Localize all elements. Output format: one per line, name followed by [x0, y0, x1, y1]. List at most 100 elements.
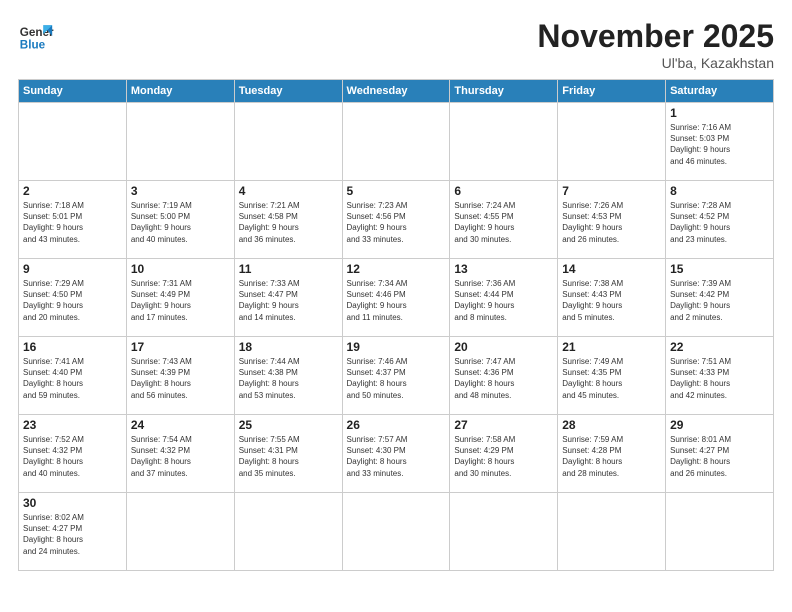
header: General Blue November 2025 Ul'ba, Kazakh… — [18, 18, 774, 71]
day-info: Sunrise: 7:51 AM Sunset: 4:33 PM Dayligh… — [670, 356, 769, 401]
day-header-thursday: Thursday — [450, 80, 558, 103]
calendar-cell: 22 Sunrise: 7:51 AM Sunset: 4:33 PM Dayli… — [666, 337, 774, 415]
day-number: 23 — [23, 418, 122, 432]
day-number: 27 — [454, 418, 553, 432]
day-number: 8 — [670, 184, 769, 198]
week-row-0: 1 Sunrise: 7:16 AM Sunset: 5:03 PM Daylig… — [19, 103, 774, 181]
calendar-cell: 26 Sunrise: 7:57 AM Sunset: 4:30 PM Dayli… — [342, 415, 450, 493]
day-number: 24 — [131, 418, 230, 432]
calendar-cell — [450, 103, 558, 181]
day-number: 17 — [131, 340, 230, 354]
calendar-cell: 6 Sunrise: 7:24 AM Sunset: 4:55 PM Daylig… — [450, 181, 558, 259]
day-number: 5 — [347, 184, 446, 198]
week-row-1: 2Sunrise: 7:18 AM Sunset: 5:01 PM Daylig… — [19, 181, 774, 259]
day-info: Sunrise: 7:34 AM Sunset: 4:46 PM Dayligh… — [347, 278, 446, 323]
day-info: Sunrise: 7:21 AM Sunset: 4:58 PM Dayligh… — [239, 200, 338, 245]
calendar-cell: 16Sunrise: 7:41 AM Sunset: 4:40 PM Dayli… — [19, 337, 127, 415]
calendar-body: 1 Sunrise: 7:16 AM Sunset: 5:03 PM Daylig… — [19, 103, 774, 571]
day-number: 12 — [347, 262, 446, 276]
calendar-cell: 13Sunrise: 7:36 AM Sunset: 4:44 PM Dayli… — [450, 259, 558, 337]
day-number: 20 — [454, 340, 553, 354]
day-number: 4 — [239, 184, 338, 198]
day-info: Sunrise: 7:38 AM Sunset: 4:43 PM Dayligh… — [562, 278, 661, 323]
day-info: Sunrise: 7:24 AM Sunset: 4:55 PM Dayligh… — [454, 200, 553, 245]
calendar-cell: 24 Sunrise: 7:54 AM Sunset: 4:32 PM Dayli… — [126, 415, 234, 493]
day-info: Sunrise: 7:19 AM Sunset: 5:00 PM Dayligh… — [131, 200, 230, 245]
calendar-cell: 8Sunrise: 7:28 AM Sunset: 4:52 PM Daylig… — [666, 181, 774, 259]
day-number: 22 — [670, 340, 769, 354]
day-info: Sunrise: 7:33 AM Sunset: 4:47 PM Dayligh… — [239, 278, 338, 323]
calendar-cell: 9Sunrise: 7:29 AM Sunset: 4:50 PM Daylig… — [19, 259, 127, 337]
day-info: Sunrise: 7:55 AM Sunset: 4:31 PM Dayligh… — [239, 434, 338, 479]
calendar-cell: 20 Sunrise: 7:47 AM Sunset: 4:36 PM Dayli… — [450, 337, 558, 415]
calendar-cell: 7Sunrise: 7:26 AM Sunset: 4:53 PM Daylig… — [558, 181, 666, 259]
calendar-cell: 5 Sunrise: 7:23 AM Sunset: 4:56 PM Daylig… — [342, 181, 450, 259]
calendar-cell: 3 Sunrise: 7:19 AM Sunset: 5:00 PM Daylig… — [126, 181, 234, 259]
day-number: 25 — [239, 418, 338, 432]
day-info: Sunrise: 7:46 AM Sunset: 4:37 PM Dayligh… — [347, 356, 446, 401]
logo: General Blue — [18, 18, 54, 54]
day-info: Sunrise: 7:26 AM Sunset: 4:53 PM Dayligh… — [562, 200, 661, 245]
calendar-cell — [666, 493, 774, 571]
calendar-cell: 30 Sunrise: 8:02 AM Sunset: 4:27 PM Dayli… — [19, 493, 127, 571]
day-header-monday: Monday — [126, 80, 234, 103]
day-number: 29 — [670, 418, 769, 432]
day-info: Sunrise: 7:36 AM Sunset: 4:44 PM Dayligh… — [454, 278, 553, 323]
calendar-cell — [234, 493, 342, 571]
day-info: Sunrise: 7:47 AM Sunset: 4:36 PM Dayligh… — [454, 356, 553, 401]
day-info: Sunrise: 7:58 AM Sunset: 4:29 PM Dayligh… — [454, 434, 553, 479]
day-number: 18 — [239, 340, 338, 354]
day-number: 26 — [347, 418, 446, 432]
calendar-cell: 4 Sunrise: 7:21 AM Sunset: 4:58 PM Daylig… — [234, 181, 342, 259]
calendar-cell — [126, 103, 234, 181]
day-info: Sunrise: 7:31 AM Sunset: 4:49 PM Dayligh… — [131, 278, 230, 323]
day-info: Sunrise: 7:29 AM Sunset: 4:50 PM Dayligh… — [23, 278, 122, 323]
day-header-saturday: Saturday — [666, 80, 774, 103]
calendar-cell — [450, 493, 558, 571]
calendar-cell: 14 Sunrise: 7:38 AM Sunset: 4:43 PM Dayli… — [558, 259, 666, 337]
day-info: Sunrise: 7:16 AM Sunset: 5:03 PM Dayligh… — [670, 122, 769, 167]
calendar-cell: 11Sunrise: 7:33 AM Sunset: 4:47 PM Dayli… — [234, 259, 342, 337]
week-row-4: 23 Sunrise: 7:52 AM Sunset: 4:32 PM Dayli… — [19, 415, 774, 493]
day-info: Sunrise: 7:43 AM Sunset: 4:39 PM Dayligh… — [131, 356, 230, 401]
week-row-2: 9Sunrise: 7:29 AM Sunset: 4:50 PM Daylig… — [19, 259, 774, 337]
calendar-cell — [19, 103, 127, 181]
day-info: Sunrise: 8:02 AM Sunset: 4:27 PM Dayligh… — [23, 512, 122, 557]
day-info: Sunrise: 7:54 AM Sunset: 4:32 PM Dayligh… — [131, 434, 230, 479]
day-info: Sunrise: 7:57 AM Sunset: 4:30 PM Dayligh… — [347, 434, 446, 479]
day-number: 19 — [347, 340, 446, 354]
day-number: 10 — [131, 262, 230, 276]
calendar-table: SundayMondayTuesdayWednesdayThursdayFrid… — [18, 79, 774, 571]
calendar-cell: 15 Sunrise: 7:39 AM Sunset: 4:42 PM Dayli… — [666, 259, 774, 337]
calendar-cell: 19 Sunrise: 7:46 AM Sunset: 4:37 PM Dayli… — [342, 337, 450, 415]
day-number: 14 — [562, 262, 661, 276]
day-info: Sunrise: 7:39 AM Sunset: 4:42 PM Dayligh… — [670, 278, 769, 323]
calendar-cell: 18Sunrise: 7:44 AM Sunset: 4:38 PM Dayli… — [234, 337, 342, 415]
calendar-cell: 23 Sunrise: 7:52 AM Sunset: 4:32 PM Dayli… — [19, 415, 127, 493]
day-number: 3 — [131, 184, 230, 198]
calendar-location: Ul'ba, Kazakhstan — [537, 55, 774, 71]
calendar-cell: 17 Sunrise: 7:43 AM Sunset: 4:39 PM Dayli… — [126, 337, 234, 415]
day-number: 28 — [562, 418, 661, 432]
day-header-tuesday: Tuesday — [234, 80, 342, 103]
day-number: 6 — [454, 184, 553, 198]
day-info: Sunrise: 7:23 AM Sunset: 4:56 PM Dayligh… — [347, 200, 446, 245]
calendar-cell — [126, 493, 234, 571]
day-number: 1 — [670, 106, 769, 120]
calendar-cell: 29Sunrise: 8:01 AM Sunset: 4:27 PM Dayli… — [666, 415, 774, 493]
calendar-cell — [342, 103, 450, 181]
day-header-wednesday: Wednesday — [342, 80, 450, 103]
svg-text:Blue: Blue — [20, 39, 46, 52]
calendar-cell: 25 Sunrise: 7:55 AM Sunset: 4:31 PM Dayli… — [234, 415, 342, 493]
calendar-cell: 12 Sunrise: 7:34 AM Sunset: 4:46 PM Dayli… — [342, 259, 450, 337]
calendar-cell: 27 Sunrise: 7:58 AM Sunset: 4:29 PM Dayli… — [450, 415, 558, 493]
calendar-cell — [234, 103, 342, 181]
day-info: Sunrise: 7:52 AM Sunset: 4:32 PM Dayligh… — [23, 434, 122, 479]
calendar-cell: 1 Sunrise: 7:16 AM Sunset: 5:03 PM Daylig… — [666, 103, 774, 181]
calendar-cell — [342, 493, 450, 571]
day-number: 2 — [23, 184, 122, 198]
day-info: Sunrise: 7:49 AM Sunset: 4:35 PM Dayligh… — [562, 356, 661, 401]
day-number: 30 — [23, 496, 122, 510]
day-info: Sunrise: 7:59 AM Sunset: 4:28 PM Dayligh… — [562, 434, 661, 479]
day-number: 15 — [670, 262, 769, 276]
